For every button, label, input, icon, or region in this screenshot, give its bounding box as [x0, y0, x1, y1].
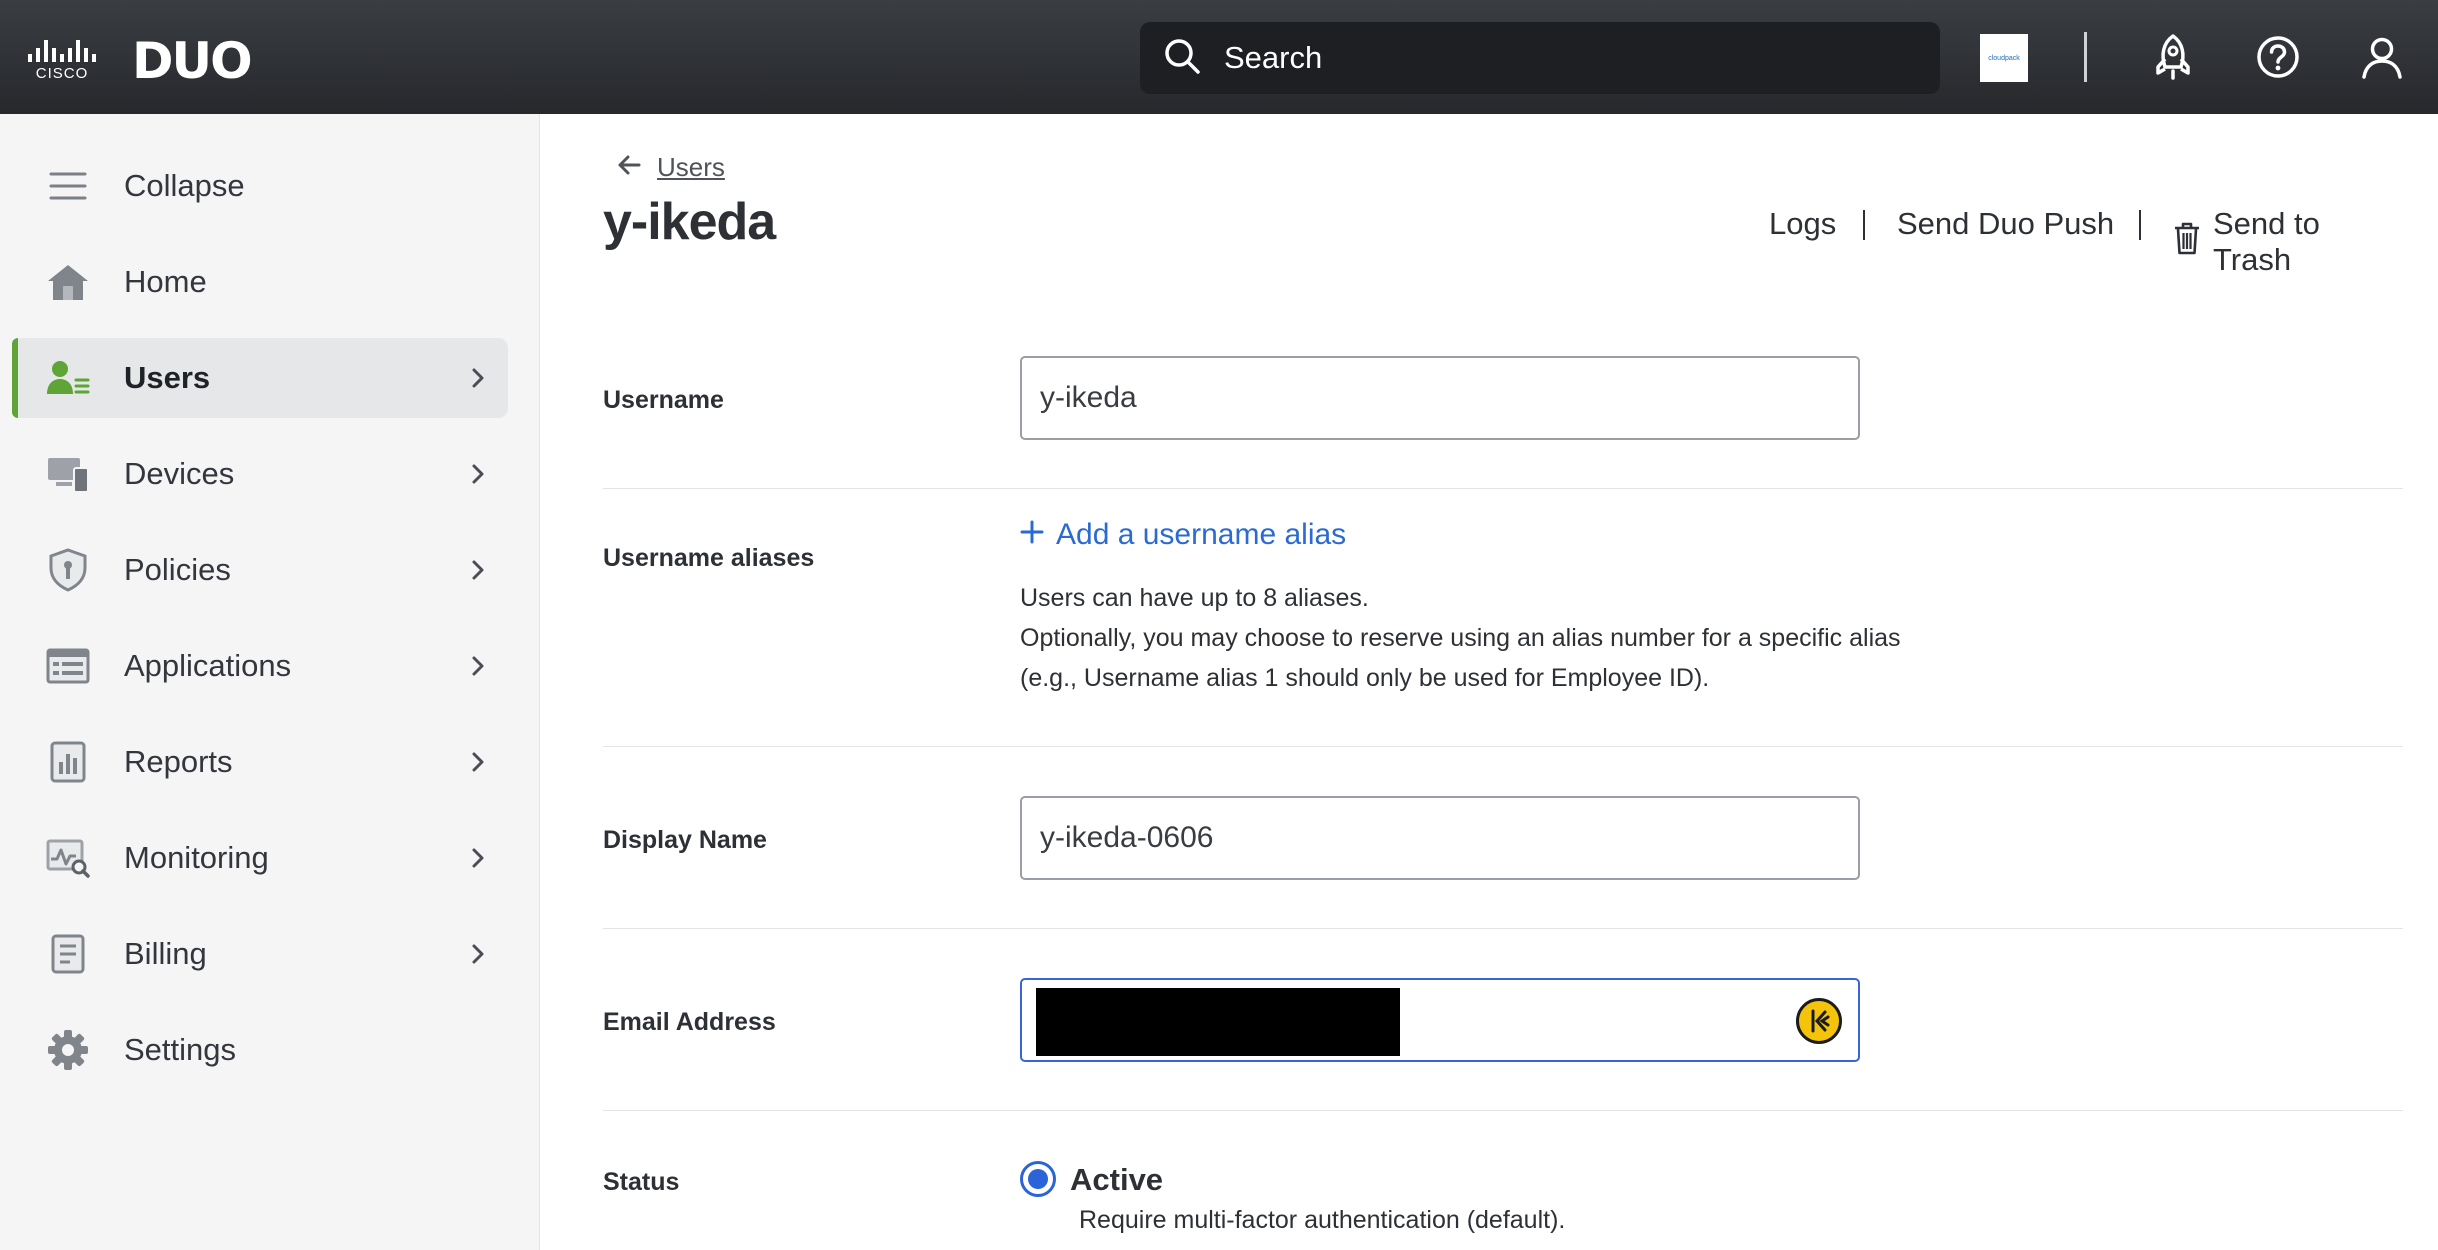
arrow-left-icon[interactable] — [617, 154, 641, 181]
sidebar-item-label: Settings — [124, 1032, 237, 1067]
menu-icon — [12, 170, 124, 202]
trash-icon — [2173, 221, 2201, 263]
account-icon[interactable] — [2357, 32, 2407, 82]
sidebar-item-home[interactable]: Home — [12, 242, 508, 322]
monitoring-icon — [12, 838, 124, 878]
sidebar-item-label: Home — [124, 264, 207, 299]
aliases-help-text: Users can have up to 8 aliases. — [1020, 584, 1369, 612]
sidebar-item-label: Policies — [124, 552, 231, 587]
sidebar-item-monitoring[interactable]: Monitoring — [12, 818, 508, 898]
sidebar-item-reports[interactable]: Reports — [12, 722, 508, 802]
cisco-wordmark: CISCO — [35, 65, 89, 82]
sidebar-item-applications[interactable]: Applications — [12, 626, 508, 706]
display-name-input[interactable]: y-ikeda-0606 — [1020, 796, 1860, 880]
send-duo-push-button[interactable]: Send Duo Push — [1897, 206, 2114, 242]
aliases-help-text: Optionally, you may choose to reserve us… — [1020, 624, 1901, 652]
help-icon[interactable] — [2253, 32, 2303, 82]
section-divider — [603, 746, 2403, 747]
sidebar-item-policies[interactable]: Policies — [12, 530, 508, 610]
brand[interactable]: CISCO DUO — [28, 32, 253, 90]
status-active-label[interactable]: Active — [1070, 1162, 1163, 1198]
users-icon — [12, 358, 124, 398]
aliases-help-text: (e.g., Username alias 1 should only be u… — [1020, 664, 1710, 692]
username-value: y-ikeda — [1040, 381, 1137, 414]
add-username-alias-label: Add a username alias — [1056, 518, 1347, 551]
organization-logo[interactable]: cloudpack — [1980, 34, 2028, 82]
send-to-trash-button[interactable]: Send to Trash — [2173, 206, 2401, 278]
page-actions: Logs Send Duo Push Send to Trash — [541, 206, 2401, 277]
display-name-label: Display Name — [603, 826, 767, 854]
plus-icon — [1020, 518, 1044, 552]
shield-icon — [12, 548, 124, 592]
sidebar-item-label: Devices — [124, 456, 235, 491]
username-input[interactable]: y-ikeda — [1020, 356, 1860, 440]
email-address-label: Email Address — [603, 1008, 776, 1036]
chevron-right-icon — [448, 847, 508, 869]
chevron-right-icon — [448, 751, 508, 773]
sidebar-item-settings[interactable]: Settings — [12, 1010, 508, 1090]
email-field[interactable] — [1020, 978, 1860, 1062]
sidebar-item-users[interactable]: Users — [12, 338, 508, 418]
home-icon — [12, 262, 124, 302]
search-input[interactable]: Search — [1140, 22, 1940, 94]
username-label: Username — [603, 386, 724, 414]
top-bar: CISCO DUO Search cloudpack — [0, 0, 2438, 114]
display-name-value: y-ikeda-0606 — [1040, 821, 1214, 854]
action-divider — [1863, 210, 1865, 240]
top-bar-divider — [2084, 32, 2087, 82]
chevron-right-icon — [448, 559, 508, 581]
breadcrumb-link-users[interactable]: Users — [657, 152, 725, 183]
action-divider — [2139, 210, 2141, 240]
username-aliases-label: Username aliases — [603, 544, 815, 572]
add-username-alias-link[interactable]: Add a username alias — [1020, 518, 1346, 552]
search-icon — [1162, 36, 1202, 81]
status-active-help: Require multi-factor authentication (def… — [1079, 1206, 1566, 1234]
breadcrumb: Users — [617, 152, 725, 183]
status-label: Status — [603, 1168, 680, 1196]
devices-icon — [12, 454, 124, 494]
billing-icon — [12, 933, 124, 975]
status-active-radio[interactable] — [1020, 1161, 1056, 1197]
search-placeholder: Search — [1224, 40, 1323, 75]
chevron-right-icon — [448, 367, 508, 389]
section-divider — [603, 1110, 2403, 1111]
reports-icon — [12, 740, 124, 784]
logs-button[interactable]: Logs — [1769, 206, 1836, 242]
password-manager-icon[interactable] — [1796, 998, 1842, 1044]
sidebar: Collapse Home Users Devices Policies App… — [0, 114, 540, 1250]
rocket-icon[interactable] — [2148, 32, 2198, 82]
sidebar-item-label: Reports — [124, 744, 233, 779]
duo-logo: DUO — [132, 32, 253, 90]
sidebar-item-label: Applications — [124, 648, 292, 683]
sidebar-item-devices[interactable]: Devices — [12, 434, 508, 514]
redacted-block — [1036, 988, 1400, 1056]
section-divider — [603, 928, 2403, 929]
sidebar-item-collapse[interactable]: Collapse — [12, 146, 508, 226]
send-to-trash-label: Send to Trash — [2213, 206, 2320, 277]
main-content: Users y-ikeda Logs Send Duo Push Send to… — [541, 114, 2438, 1250]
chevron-right-icon — [448, 655, 508, 677]
cisco-logo: CISCO — [28, 40, 96, 82]
sidebar-item-label: Billing — [124, 936, 207, 971]
sidebar-item-billing[interactable]: Billing — [12, 914, 508, 994]
gear-icon — [12, 1029, 124, 1071]
sidebar-item-label: Users — [124, 360, 211, 395]
chevron-right-icon — [448, 943, 508, 965]
sidebar-item-label: Collapse — [124, 168, 245, 203]
sidebar-item-label: Monitoring — [124, 840, 269, 875]
organization-logo-text: cloudpack — [1988, 54, 2020, 62]
chevron-right-icon — [448, 463, 508, 485]
section-divider — [603, 488, 2403, 489]
applications-icon — [12, 647, 124, 685]
